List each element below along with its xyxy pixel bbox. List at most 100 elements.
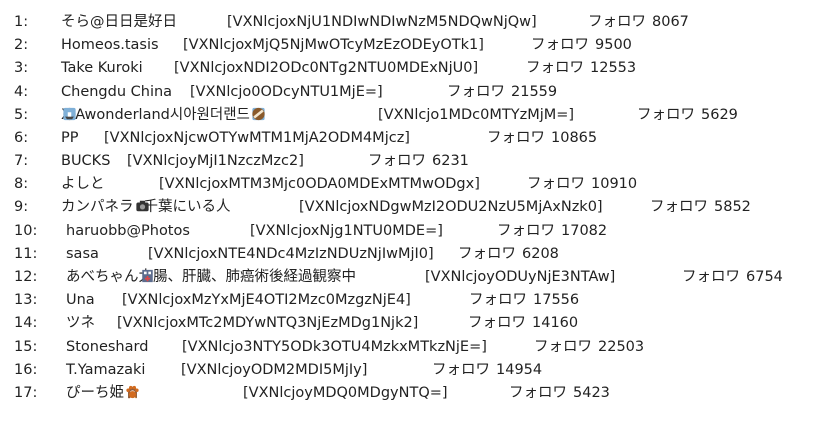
user-id: [VXNlcjoxMjQ5NjMwOTcyMzEzODEyOTk1] [183,37,484,53]
row-number: 1: [14,14,29,30]
user-name[interactable]: sasa [66,243,99,265]
follower-count: フォロワ 6754 [682,266,783,288]
follower-count-value: 6208 [522,246,559,262]
follower-label: フォロワ [534,339,592,355]
follower-count-value: 8067 [652,14,689,30]
user-id: [VXNlcjoxMTc2MDYwNTQ3NjEzMDg1Njk2] [117,315,419,331]
user-name-text: ぴーち姫 [66,385,124,401]
user-name[interactable]: カンパネラ 千葉にいる人 [61,196,231,218]
follower-label: フォロワ [487,130,545,146]
follower-count: フォロワ 8067 [588,11,689,33]
follower-count: フォロワ 6231 [368,150,469,172]
follower-count: フォロワ 9500 [531,34,632,56]
follower-label: フォロワ [531,37,589,53]
follower-count-value: 22503 [598,339,645,355]
row-number: 10: [14,223,38,239]
user-name[interactable]: T.Yamazaki [66,359,145,381]
paw-icon [124,382,141,404]
user-name[interactable]: よしと [61,173,105,195]
user-id: [VXNlcjoyODUyNjE3NTAw] [425,269,616,285]
follower-count-value: 10910 [591,176,638,192]
user-name[interactable]: PP [61,127,79,149]
follower-label: フォロワ [458,246,516,262]
follower-label: フォロワ [682,269,740,285]
user-name[interactable]: Homeos.tasis [61,34,159,56]
user-name[interactable]: Chengdu China [61,81,172,103]
follower-label: フォロワ [469,292,527,308]
user-name[interactable]: ぴーち姫 [66,382,139,404]
user-id: [VXNlcjoxNjU1NDIwNDIwNzM5NDQwNjQw] [227,14,537,30]
user-name-text: Chengdu China [61,84,173,100]
follower-count-value: 17082 [561,223,608,239]
row-number: 17: [14,385,38,401]
follower-label: フォロワ [509,385,567,401]
user-name-text: Una [66,292,95,308]
row-number: 11: [14,246,38,262]
follower-count: フォロワ 12553 [526,57,636,79]
follower-count-value: 10865 [551,130,598,146]
user-id: [VXNlcjoyODM2MDI5MjIy] [181,362,368,378]
user-name-suffix: 千葉にいる人 [143,199,231,215]
follower-count-value: 5423 [573,385,610,401]
user-name-text: PP [61,130,79,146]
follower-count: フォロワ 5423 [509,382,610,404]
follower-label: フォロワ [368,153,426,169]
row-number: 14: [14,315,38,331]
follower-count: フォロワ 14954 [432,359,542,381]
follower-count: フォロワ 17082 [497,220,607,242]
follower-count: フォロワ 21559 [447,81,557,103]
user-name-text: よしと [61,176,105,192]
follower-count: フォロワ 6208 [458,243,559,265]
row-number: 9: [14,199,29,215]
follower-count-value: 5852 [714,199,751,215]
boat-icon [61,104,78,126]
user-name-text: haruobb@Photos [66,223,190,239]
user-name[interactable]: あべちゃん 大腸、肝臓、肺癌術後経過観察中 [66,266,356,288]
user-name[interactable]: Una [66,289,95,311]
user-name[interactable]: BUCKS [61,150,110,172]
row-number: 6: [14,130,29,146]
follower-count-value: 17556 [533,292,580,308]
follower-label: フォロワ [650,199,708,215]
follower-label: フォロワ [497,223,555,239]
user-name-text: Homeos.tasis [61,37,159,53]
user-name-text: そら@日日是好日 [61,14,177,30]
row-number: 8: [14,176,29,192]
follower-count-value: 12553 [590,60,637,76]
user-id: [VXNlcjo1MDc0MTYzMjM=] [378,107,575,123]
follower-count: フォロワ 10865 [487,127,597,149]
user-name[interactable]: Take Kuroki [61,57,143,79]
user-name-text: T.Yamazaki [66,362,146,378]
user-name-text: Stoneshard [66,339,149,355]
user-name-text: sasa [66,246,99,262]
follower-count: フォロワ 10910 [527,173,637,195]
row-number: 13: [14,292,38,308]
user-id: [VXNlcjoxNDI2ODc0NTg2NTU0MDExNjU0] [174,60,479,76]
follower-count-value: 14954 [496,362,543,378]
user-name[interactable]: haruobb@Photos [66,220,190,242]
follower-count: フォロワ 17556 [469,289,579,311]
follower-count-value: 6231 [432,153,469,169]
follower-label: フォロワ [527,176,585,192]
follower-count: フォロワ 5629 [637,104,738,126]
user-id: [VXNlcjoxNjcwOTYwMTM1MjA2ODM4Mjcz] [104,130,410,146]
user-id: [VXNlcjo3NTY5ODk3OTU4MzkxMTkzNjE=] [182,339,487,355]
follower-label: フォロワ [637,107,695,123]
row-number: 4: [14,84,29,100]
follower-count-value: 9500 [595,37,632,53]
follower-count-value: 6754 [746,269,783,285]
follower-label: フォロワ [526,60,584,76]
follower-count: フォロワ 22503 [534,336,644,358]
user-name[interactable]: そら@日日是好日 [61,11,177,33]
row-number: 2: [14,37,29,53]
user-name-text: あべちゃん [66,269,139,285]
user-id: [VXNlcjoxMTM3Mjc0ODA0MDExMTMwODgx] [159,176,480,192]
follower-label: フォロワ [468,315,526,331]
user-name[interactable]: ツネ [66,312,95,334]
follower-count: フォロワ 5852 [650,196,751,218]
user-id: [VXNlcjoxNjg1NTU0MDE=] [250,223,443,239]
follower-label: フォロワ [588,14,646,30]
user-name[interactable]: Stoneshard [66,336,148,358]
row-number: 15: [14,339,38,355]
user-name[interactable]: XIAwonderland시아원더랜드 [61,104,265,126]
